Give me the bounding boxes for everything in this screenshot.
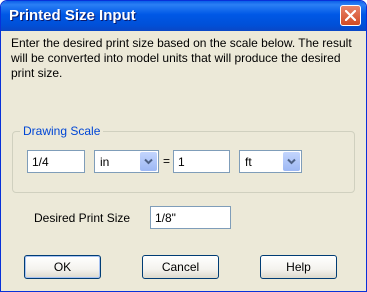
scale-left-unit-select[interactable]: in <box>94 150 159 173</box>
scale-left-unit-value: in <box>100 155 110 169</box>
desired-print-size-label: Desired Print Size <box>34 211 131 225</box>
scale-right-value-input[interactable]: 1 <box>173 150 230 173</box>
scale-left-value-input[interactable]: 1/4 <box>27 150 85 173</box>
dialog-title: Printed Size Input <box>9 7 136 24</box>
drawing-scale-legend: Drawing Scale <box>20 124 104 138</box>
description-text: Enter the desired print size based on th… <box>11 36 352 80</box>
title-bar[interactable]: Printed Size Input <box>1 1 366 31</box>
desired-print-size-input[interactable]: 1/8" <box>150 206 231 229</box>
chevron-down-icon <box>287 158 296 165</box>
dropdown-arrow-button[interactable] <box>283 152 300 171</box>
scale-right-unit-value: ft <box>245 155 252 169</box>
close-icon <box>345 10 356 21</box>
chevron-down-icon <box>144 158 153 165</box>
ok-button[interactable]: OK <box>24 255 101 279</box>
cancel-button[interactable]: Cancel <box>142 255 219 279</box>
scale-right-unit-select[interactable]: ft <box>239 150 302 173</box>
close-button[interactable] <box>340 5 361 26</box>
equals-sign: = <box>163 154 171 168</box>
help-button[interactable]: Help <box>260 255 337 279</box>
dropdown-arrow-button[interactable] <box>140 152 157 171</box>
